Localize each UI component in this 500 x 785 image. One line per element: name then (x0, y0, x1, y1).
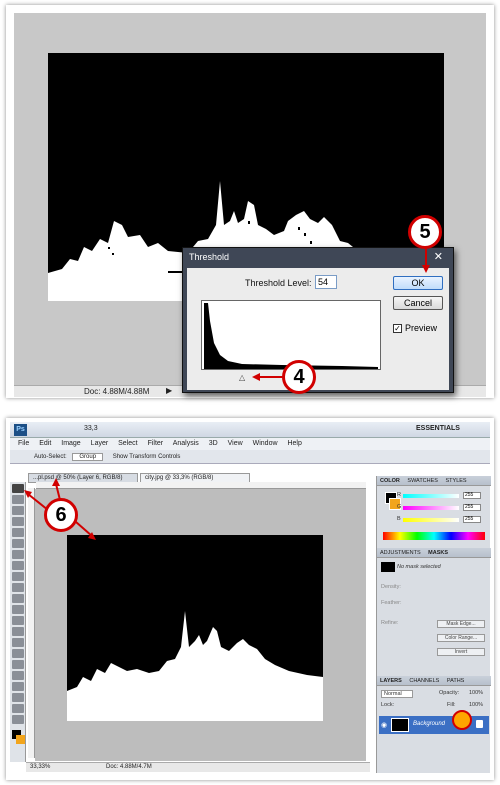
step-callout-6: 6 (44, 498, 78, 532)
step-callout-4: 4 (282, 360, 316, 394)
bottom-screenshot-panel: Ps 33,3 ESSENTIALS File Edit Image Layer… (6, 418, 494, 780)
callout-6-arrows (24, 478, 96, 540)
callout-arrows (252, 249, 430, 381)
top-screenshot-panel: Doc: 4.88M/4.88M ▶ Threshold ✕ Threshold… (6, 5, 494, 398)
step-callout-5: 5 (408, 215, 442, 249)
